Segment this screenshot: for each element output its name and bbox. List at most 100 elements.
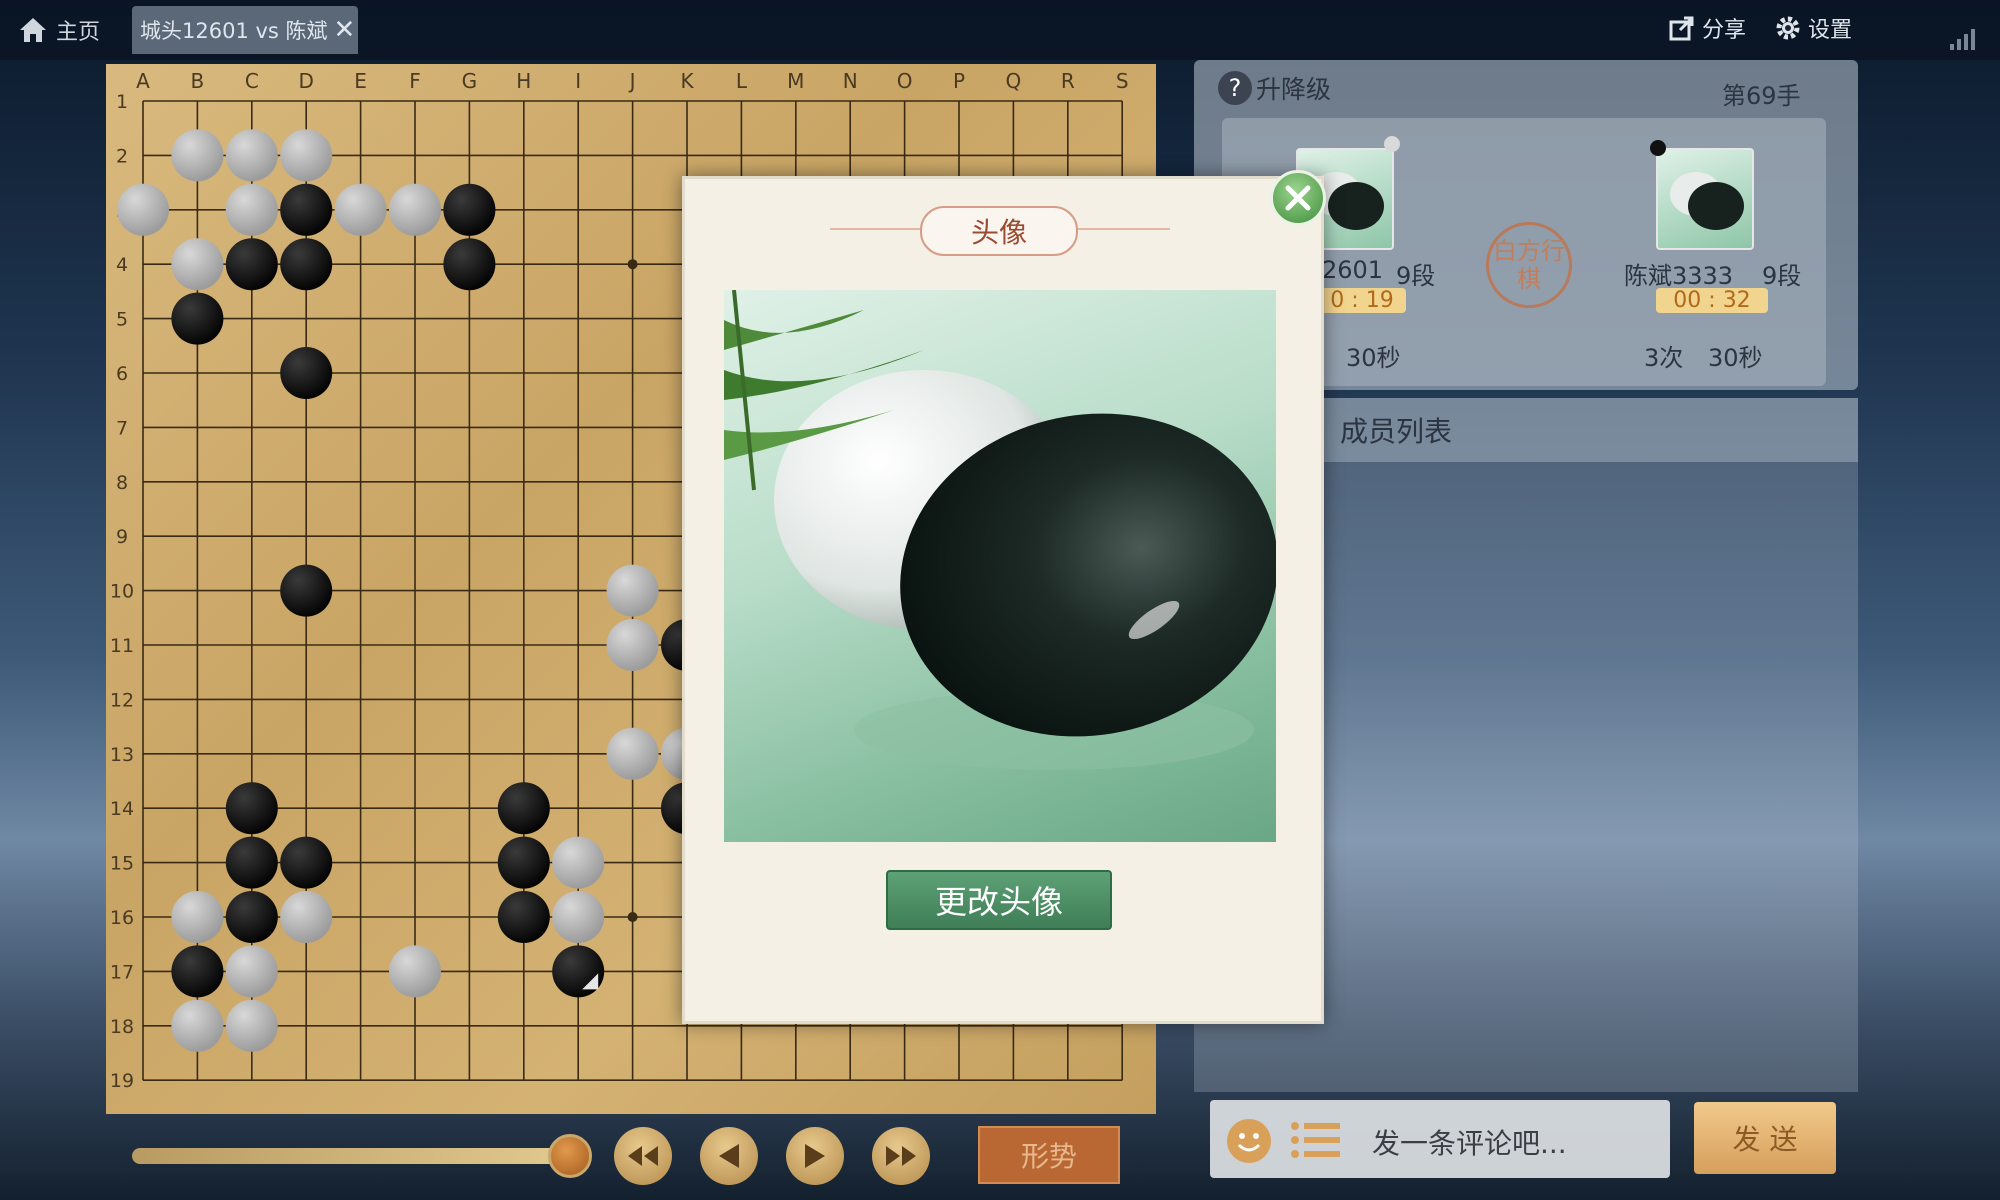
comment-input[interactable]: 发一条评论吧... — [1372, 1122, 1567, 1162]
close-dialog-button[interactable] — [1270, 170, 1326, 226]
white-stone — [117, 183, 169, 236]
row-label: 8 — [116, 472, 128, 494]
black-stone — [280, 238, 333, 291]
column-label: B — [191, 69, 205, 93]
previous-move-button[interactable] — [700, 1127, 758, 1185]
column-label: C — [245, 69, 259, 93]
settings-label: 设置 — [1808, 18, 1853, 43]
column-label: F — [409, 69, 421, 93]
column-label: H — [516, 69, 531, 93]
share-icon — [1669, 16, 1694, 41]
black-stone — [280, 347, 333, 399]
settings-button[interactable]: 设置 — [1774, 12, 1852, 44]
black-stone — [280, 564, 333, 617]
player2-avatar[interactable] — [1656, 148, 1754, 250]
column-label: L — [736, 69, 748, 93]
row-label: 18 — [110, 1016, 134, 1038]
black-stone — [280, 836, 333, 889]
move-slider-handle[interactable] — [548, 1134, 592, 1178]
move-number: 第69手 — [1722, 82, 1801, 110]
share-label: 分享 — [1702, 18, 1747, 43]
first-move-button[interactable] — [614, 1127, 672, 1185]
black-stone — [225, 891, 278, 943]
white-stone — [606, 727, 659, 780]
column-label: I — [575, 69, 581, 93]
last-move-button[interactable] — [872, 1127, 930, 1185]
row-label: 11 — [110, 635, 134, 657]
column-label: K — [680, 69, 694, 93]
row-label: 2 — [116, 145, 128, 167]
column-label: E — [354, 69, 367, 93]
black-stone — [443, 238, 496, 291]
emoji-icon[interactable] — [1226, 1118, 1272, 1164]
white-stone — [389, 945, 441, 998]
white-stone — [225, 999, 278, 1052]
player2-stone-color-icon — [1650, 140, 1666, 156]
row-label: 7 — [116, 417, 128, 439]
black-stone — [497, 836, 550, 889]
stone-avatar-icon — [1670, 172, 1744, 230]
row-label: 10 — [110, 581, 134, 603]
white-stone — [334, 183, 387, 236]
black-stone — [497, 782, 550, 835]
turn-seal: 白方行棋 — [1486, 222, 1572, 308]
column-label: R — [1061, 69, 1075, 93]
home-label: 主页 — [56, 20, 101, 45]
row-label: 12 — [110, 689, 134, 711]
white-stone — [171, 129, 224, 182]
white-stone — [606, 619, 659, 671]
black-stone — [225, 836, 278, 889]
white-stone — [225, 183, 278, 236]
gear-icon — [1776, 16, 1800, 40]
white-stone — [171, 238, 224, 291]
player1-clock: 0 : 19 — [1318, 288, 1406, 313]
black-stone — [171, 945, 224, 998]
situation-button[interactable]: 形势 — [978, 1126, 1120, 1184]
stone-avatar-icon — [724, 290, 1276, 770]
player2-clock: 00 : 32 — [1656, 288, 1768, 313]
white-stone — [171, 999, 224, 1052]
row-label: 14 — [110, 798, 134, 820]
help-icon[interactable]: ? — [1218, 71, 1252, 105]
row-label: 19 — [110, 1070, 134, 1092]
move-slider[interactable] — [132, 1148, 572, 1164]
black-stone — [443, 183, 496, 236]
player1-stone-color-icon — [1384, 136, 1400, 152]
player1-byoyomi: 30秒 — [1346, 344, 1401, 372]
dialog-title: 头像 — [920, 206, 1078, 256]
player2-name: 陈斌3333 — [1624, 262, 1734, 290]
column-label: Q — [1006, 69, 1022, 93]
close-tab-icon[interactable]: ✕ — [334, 15, 356, 45]
black-stone — [171, 292, 224, 345]
player2-rank: 9段 — [1762, 262, 1802, 290]
column-label: A — [136, 69, 150, 93]
panel-title: ? 升降级 — [1218, 70, 1331, 106]
list-icon[interactable] — [1290, 1120, 1342, 1160]
rewind-icon — [628, 1146, 658, 1166]
white-stone — [280, 891, 333, 943]
game-tab[interactable]: 城头12601 vs 陈斌 ✕ — [132, 6, 358, 54]
home-button[interactable]: 主页 — [18, 14, 100, 46]
column-label: M — [787, 69, 804, 93]
avatar-image — [724, 290, 1276, 842]
row-label: 16 — [110, 907, 134, 929]
white-stone — [280, 129, 333, 182]
home-icon — [20, 18, 46, 42]
members-label: 成员列表 — [1340, 415, 1453, 448]
player1-name: 2601 — [1322, 256, 1384, 284]
star-point — [627, 259, 638, 270]
row-label: 1 — [116, 91, 128, 113]
send-button[interactable]: 发 送 — [1694, 1102, 1836, 1174]
next-move-button[interactable] — [786, 1127, 844, 1185]
black-stone — [280, 183, 333, 236]
white-stone — [606, 564, 659, 617]
white-stone — [552, 836, 605, 889]
column-label: G — [462, 69, 478, 93]
column-label: S — [1116, 69, 1129, 93]
change-avatar-button[interactable]: 更改头像 — [886, 870, 1112, 930]
close-icon — [1285, 185, 1311, 211]
black-stone — [225, 238, 278, 291]
share-button[interactable]: 分享 — [1668, 12, 1746, 44]
white-stone — [389, 183, 441, 236]
white-stone — [225, 129, 278, 182]
